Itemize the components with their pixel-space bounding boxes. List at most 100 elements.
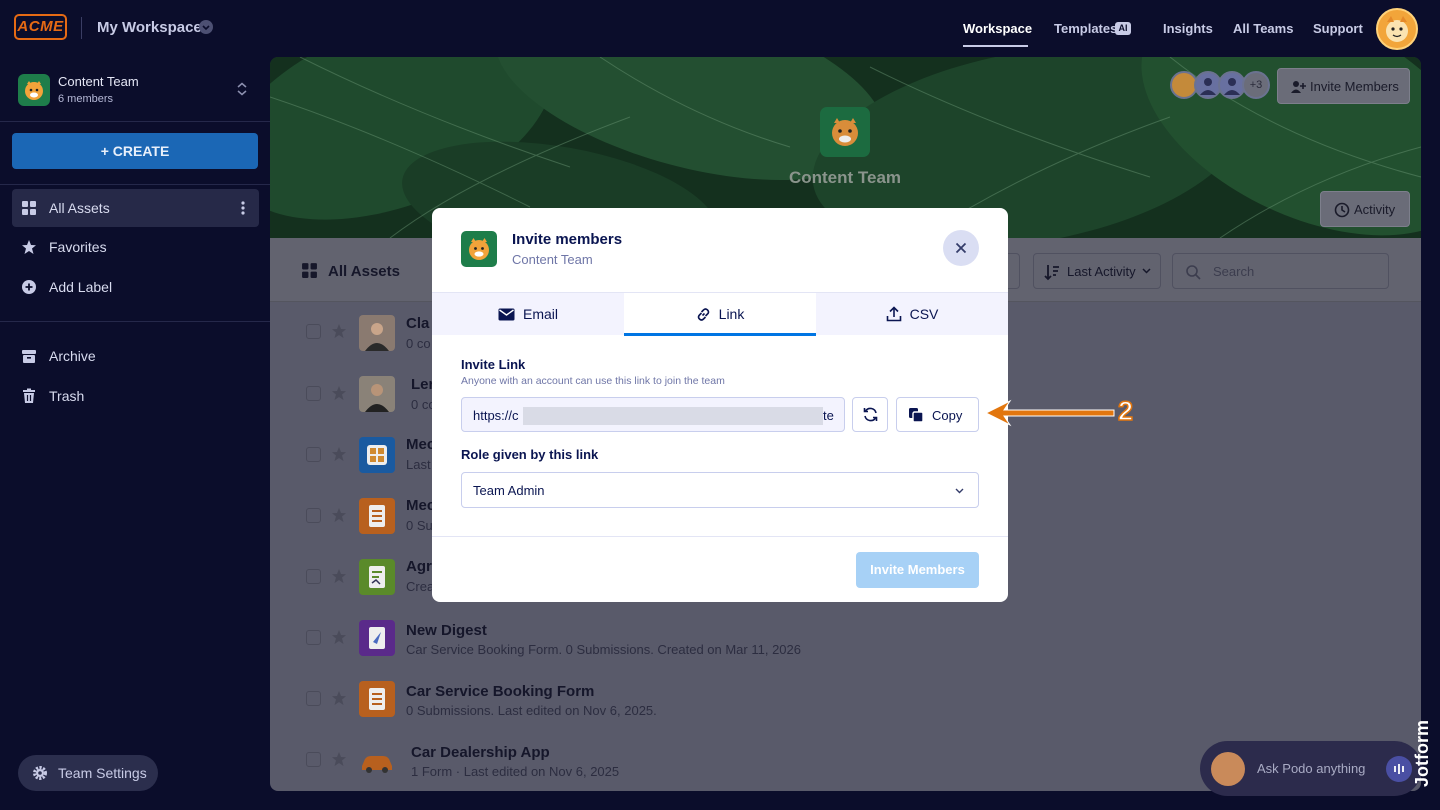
invite-link-field[interactable]: https://c te xyxy=(461,397,845,432)
tab-email[interactable]: Email xyxy=(432,293,624,336)
nav-workspace[interactable]: Workspace xyxy=(963,21,1032,36)
copy-link-button[interactable]: Copy xyxy=(896,397,979,432)
tab-csv[interactable]: CSV xyxy=(816,293,1008,336)
sort-label: Last Activity xyxy=(1067,264,1136,279)
list-item[interactable]: Car Service Booking Form 0 Submissions. … xyxy=(270,668,1421,729)
star-icon[interactable] xyxy=(331,629,347,645)
asset-title[interactable]: Agr xyxy=(406,558,432,575)
tab-label: CSV xyxy=(909,306,939,322)
nav-support[interactable]: Support xyxy=(1313,21,1363,36)
row-checkbox[interactable] xyxy=(306,691,321,706)
form-icon xyxy=(359,681,395,717)
row-checkbox[interactable] xyxy=(306,508,321,523)
copy-label: Copy xyxy=(932,408,963,423)
close-button[interactable] xyxy=(943,230,979,266)
nav-all-teams[interactable]: All Teams xyxy=(1233,21,1293,36)
role-label: Role given by this link xyxy=(461,447,599,462)
star-icon xyxy=(21,239,37,255)
search-icon xyxy=(1185,264,1201,280)
asset-title[interactable]: New Digest xyxy=(406,622,487,639)
asset-title[interactable]: Ler xyxy=(411,376,434,393)
row-checkbox[interactable] xyxy=(306,447,321,462)
sidebar-item-add-label[interactable]: Add Label xyxy=(12,268,259,306)
row-checkbox[interactable] xyxy=(306,752,321,767)
team-tiger-icon xyxy=(820,107,870,157)
refresh-icon xyxy=(863,407,878,422)
asset-subtitle: 1 Form · Last edited on Nov 6, 2025 xyxy=(411,764,620,779)
upload-icon xyxy=(886,306,901,322)
sidebar-item-favorites[interactable]: Favorites xyxy=(12,228,259,266)
nav-insights[interactable]: Insights xyxy=(1163,21,1213,36)
nav-templates[interactable]: Templates xyxy=(1054,21,1117,36)
divider xyxy=(432,536,1008,537)
activity-button[interactable]: Activity xyxy=(1320,191,1410,227)
star-icon[interactable] xyxy=(331,446,347,462)
star-icon[interactable] xyxy=(331,507,347,523)
star-icon[interactable] xyxy=(331,385,347,401)
row-checkbox[interactable] xyxy=(306,386,321,401)
sidebar-item-label: Favorites xyxy=(49,239,107,255)
asset-subtitle: Car Service Booking Form. 0 Submissions.… xyxy=(406,642,801,657)
annotation-step-number: 2 xyxy=(1117,395,1134,427)
sort-dropdown[interactable]: Last Activity xyxy=(1033,253,1161,289)
star-icon[interactable] xyxy=(331,323,347,339)
search-input[interactable]: Search xyxy=(1172,253,1389,289)
tab-label: Link xyxy=(718,306,745,322)
plus-circle-icon xyxy=(21,279,37,295)
asset-subtitle: Last xyxy=(406,457,431,472)
chevron-down-icon xyxy=(1142,268,1151,274)
gear-icon xyxy=(32,765,48,781)
close-icon xyxy=(955,242,967,254)
team-tiger-icon xyxy=(18,74,50,106)
sidebar-item-label: Archive xyxy=(49,348,96,364)
asset-title[interactable]: Car Dealership App xyxy=(411,744,550,761)
asset-subtitle: Crea xyxy=(406,579,435,594)
team-settings-button[interactable]: Team Settings xyxy=(18,755,158,791)
team-name[interactable]: Content Team xyxy=(58,74,139,89)
sidebar-item-label: Add Label xyxy=(49,279,113,295)
tab-link[interactable]: Link xyxy=(624,293,816,336)
sidebar-item-all-assets[interactable]: All Assets xyxy=(12,189,259,227)
asset-subtitle: 0 Su xyxy=(406,518,433,533)
ask-podo-button[interactable]: Ask Podo anything xyxy=(1200,741,1422,796)
invite-members-submit-button[interactable]: Invite Members xyxy=(856,552,979,588)
more-options-icon[interactable] xyxy=(241,200,245,216)
asset-title[interactable]: Car Service Booking Form xyxy=(406,683,594,700)
team-switch-icon[interactable] xyxy=(236,82,248,96)
invite-link-help: Anyone with an account can use this link… xyxy=(461,375,725,387)
row-checkbox[interactable] xyxy=(306,569,321,584)
team-settings-label: Team Settings xyxy=(58,765,147,781)
asset-title[interactable]: Cla xyxy=(406,315,429,332)
chevron-down-icon[interactable] xyxy=(199,20,213,34)
role-select[interactable]: Team Admin xyxy=(461,472,979,508)
digest-icon xyxy=(359,620,395,656)
divider xyxy=(0,321,270,322)
dialog-title: Invite members xyxy=(512,231,623,248)
acme-logo[interactable]: ACME xyxy=(14,14,67,40)
asset-title[interactable]: Mec xyxy=(406,436,435,453)
invite-link-label: Invite Link xyxy=(461,357,526,372)
voice-icon[interactable] xyxy=(1386,756,1412,782)
create-button[interactable]: + CREATE xyxy=(12,133,258,169)
dialog-subtitle: Content Team xyxy=(512,252,593,267)
list-item[interactable]: New Digest Car Service Booking Form. 0 S… xyxy=(270,607,1421,668)
star-icon[interactable] xyxy=(331,751,347,767)
invite-members-top-button[interactable]: Invite Members xyxy=(1277,68,1410,104)
team-members-count: 6 members xyxy=(58,93,114,105)
row-checkbox[interactable] xyxy=(306,324,321,339)
nav-active-underline xyxy=(963,45,1028,47)
car-icon xyxy=(359,742,395,778)
filter-dropdown[interactable] xyxy=(1008,253,1020,289)
row-checkbox[interactable] xyxy=(306,630,321,645)
regenerate-link-button[interactable] xyxy=(852,397,888,432)
person-thumbnail xyxy=(359,376,395,412)
user-avatar[interactable] xyxy=(1376,8,1418,50)
workspace-title[interactable]: My Workspace xyxy=(97,19,202,36)
asset-title[interactable]: Mec xyxy=(406,497,435,514)
more-members-count[interactable]: +3 xyxy=(1242,71,1270,99)
sidebar-item-trash[interactable]: Trash xyxy=(12,377,259,415)
sidebar-item-archive[interactable]: Archive xyxy=(12,337,259,375)
star-icon[interactable] xyxy=(331,568,347,584)
sign-icon xyxy=(359,559,395,595)
star-icon[interactable] xyxy=(331,690,347,706)
